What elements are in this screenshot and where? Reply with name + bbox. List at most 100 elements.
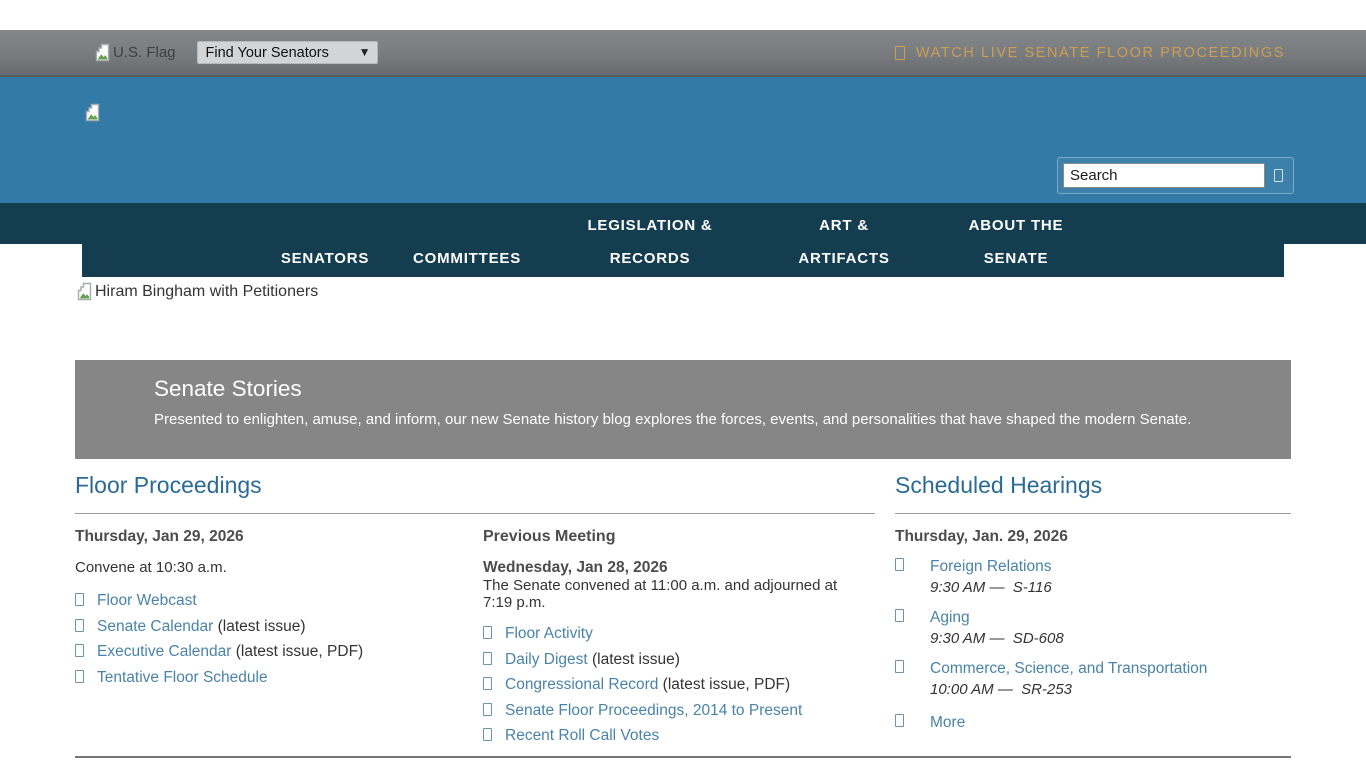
- bullet-glyph-icon: [895, 558, 904, 571]
- hearing-time: 9:30 AM — SD-608: [930, 630, 1064, 647]
- floor-proceedings-2014-link[interactable]: Senate Floor Proceedings, 2014 to Presen…: [505, 702, 802, 719]
- commerce-science-transportation-link[interactable]: Commerce, Science, and Transportation: [930, 660, 1207, 677]
- main-nav: SENATORS COMMITTEES LEGISLATION & RECORD…: [82, 203, 1284, 277]
- us-flag-alt-text: U.S. Flag: [113, 44, 176, 61]
- nav-item-art-artifacts[interactable]: ART & ARTIFACTS: [798, 209, 889, 275]
- bullet-glyph-icon: [75, 619, 84, 632]
- floor-proceedings-section: Floor Proceedings Thursday, Jan 29, 2026…: [75, 470, 875, 514]
- session-date: Thursday, Jan 29, 2026: [75, 528, 465, 546]
- hearing-item-more: More: [895, 714, 1291, 732]
- foreign-relations-link[interactable]: Foreign Relations: [930, 558, 1051, 575]
- daily-digest-link[interactable]: Daily Digest: [505, 651, 588, 668]
- scheduled-hearings-section: Scheduled Hearings Thursday, Jan. 29, 20…: [895, 470, 1291, 745]
- masthead: [0, 77, 1366, 203]
- senate-calendar-link[interactable]: Senate Calendar: [97, 618, 213, 635]
- broken-image-icon: [75, 282, 93, 301]
- find-senators-select[interactable]: Find Your Senators: [197, 41, 378, 64]
- convene-time: Convene at 10:30 a.m.: [75, 559, 465, 576]
- find-senators-select-wrap: Find Your Senators ▼: [197, 41, 378, 64]
- bullet-glyph-icon: [75, 593, 84, 606]
- nav-item-legislation-records[interactable]: LEGISLATION & RECORDS: [587, 209, 712, 275]
- search-input[interactable]: [1063, 163, 1265, 188]
- floor-proceedings-title: Floor Proceedings: [75, 470, 875, 500]
- previous-meeting-heading: Previous Meeting: [483, 528, 875, 546]
- link-suffix: (latest issue): [588, 651, 680, 668]
- bullet-glyph-icon: [483, 703, 492, 716]
- nav-label-line1: [413, 209, 521, 242]
- bullet-glyph-icon: [895, 609, 904, 622]
- nav-label-line2: SENATE: [969, 242, 1064, 275]
- bullet-glyph-icon: [483, 728, 492, 741]
- section-divider: [75, 513, 875, 514]
- section-divider: [895, 513, 1291, 514]
- hearing-item: Aging 9:30 AM — SD-608: [895, 609, 1291, 647]
- bullet-glyph-icon: [895, 660, 904, 673]
- list-item: Senate Floor Proceedings, 2014 to Presen…: [483, 702, 875, 720]
- nav-label-line1: LEGISLATION &: [587, 209, 712, 242]
- nav-item-committees[interactable]: COMMITTEES: [413, 209, 521, 275]
- bullet-glyph-icon: [483, 677, 492, 690]
- todays-session-column: Thursday, Jan 29, 2026 Convene at 10:30 …: [75, 528, 465, 694]
- link-suffix: (latest issue): [213, 618, 305, 635]
- nav-item-about-senate[interactable]: ABOUT THE SENATE: [969, 209, 1064, 275]
- nav-label-line1: ABOUT THE: [969, 209, 1064, 242]
- congressional-record-link[interactable]: Congressional Record: [505, 676, 658, 693]
- nav-item-senators[interactable]: SENATORS: [281, 209, 369, 275]
- today-links-list: Floor Webcast Senate Calendar (latest is…: [75, 592, 465, 687]
- nav-label-line1: [281, 209, 369, 242]
- hearing-time: 10:00 AM — SR-253: [930, 681, 1207, 698]
- link-suffix: (latest issue, PDF): [231, 643, 363, 660]
- list-item: Recent Roll Call Votes: [483, 727, 875, 745]
- list-item: Daily Digest (latest issue): [483, 651, 875, 669]
- watch-live-link[interactable]: WATCH LIVE SENATE FLOOR PROCEEDINGS: [895, 45, 1285, 61]
- recent-roll-call-votes-link[interactable]: Recent Roll Call Votes: [505, 727, 659, 744]
- bullet-glyph-icon: [75, 644, 84, 657]
- executive-calendar-link[interactable]: Executive Calendar: [97, 643, 231, 660]
- nav-label-line2: COMMITTEES: [413, 242, 521, 275]
- hearings-list: Foreign Relations 9:30 AM — S-116 Aging …: [895, 558, 1291, 732]
- hearing-item: Commerce, Science, and Transportation 10…: [895, 660, 1291, 698]
- floor-webcast-link[interactable]: Floor Webcast: [97, 592, 197, 609]
- banner-title: Senate Stories: [154, 376, 1291, 402]
- senate-logo-broken-image-icon: [83, 103, 101, 122]
- aging-link[interactable]: Aging: [930, 609, 970, 626]
- broken-image-icon: [93, 43, 111, 62]
- list-item: Floor Webcast: [75, 592, 465, 610]
- list-item: Senate Calendar (latest issue): [75, 618, 465, 636]
- hearing-time: 9:30 AM — S-116: [930, 579, 1052, 596]
- footer-divider: [75, 756, 1291, 758]
- list-item: Floor Activity: [483, 625, 875, 643]
- previous-meeting-summary: The Senate convened at 11:00 a.m. and ad…: [483, 577, 865, 611]
- video-camera-icon: [895, 46, 905, 60]
- hero-image-alt-text: Hiram Bingham with Petitioners: [95, 283, 318, 301]
- banner-description: Presented to enlighten, amuse, and infor…: [154, 410, 1212, 429]
- senate-stories-banner[interactable]: Senate Stories Presented to enlighten, a…: [75, 360, 1291, 459]
- previous-meeting-column: Previous Meeting Wednesday, Jan 28, 2026…: [483, 528, 875, 753]
- previous-meeting-date: Wednesday, Jan 28, 2026: [483, 559, 875, 577]
- us-flag-broken-image: U.S. Flag: [93, 43, 176, 62]
- link-suffix: (latest issue, PDF): [658, 676, 790, 693]
- bullet-glyph-icon: [895, 714, 904, 727]
- hero-broken-image: Hiram Bingham with Petitioners: [75, 282, 318, 301]
- nav-label-line1: ART &: [798, 209, 889, 242]
- utility-topbar: U.S. Flag Find Your Senators ▼ WATCH LIV…: [0, 30, 1366, 77]
- list-item: Congressional Record (latest issue, PDF): [483, 676, 875, 694]
- nav-label-line2: SENATORS: [281, 242, 369, 275]
- scheduled-hearings-title: Scheduled Hearings: [895, 470, 1291, 500]
- hearing-item: Foreign Relations 9:30 AM — S-116: [895, 558, 1291, 596]
- floor-activity-link[interactable]: Floor Activity: [505, 625, 593, 642]
- nav-label-line2: ARTIFACTS: [798, 242, 889, 275]
- more-hearings-link[interactable]: More: [930, 714, 965, 731]
- search-box: [1057, 157, 1294, 194]
- bullet-glyph-icon: [483, 652, 492, 665]
- bullet-glyph-icon: [75, 670, 84, 683]
- list-item: Executive Calendar (latest issue, PDF): [75, 643, 465, 661]
- watch-live-label: WATCH LIVE SENATE FLOOR PROCEEDINGS: [916, 45, 1285, 61]
- search-button[interactable]: [1274, 169, 1283, 182]
- bullet-glyph-icon: [483, 626, 492, 639]
- nav-label-line2: RECORDS: [587, 242, 712, 275]
- tentative-floor-schedule-link[interactable]: Tentative Floor Schedule: [97, 669, 268, 686]
- previous-meeting-links-list: Floor Activity Daily Digest (latest issu…: [483, 625, 875, 745]
- hearings-date: Thursday, Jan. 29, 2026: [895, 528, 1291, 546]
- search-icon: [1274, 169, 1283, 182]
